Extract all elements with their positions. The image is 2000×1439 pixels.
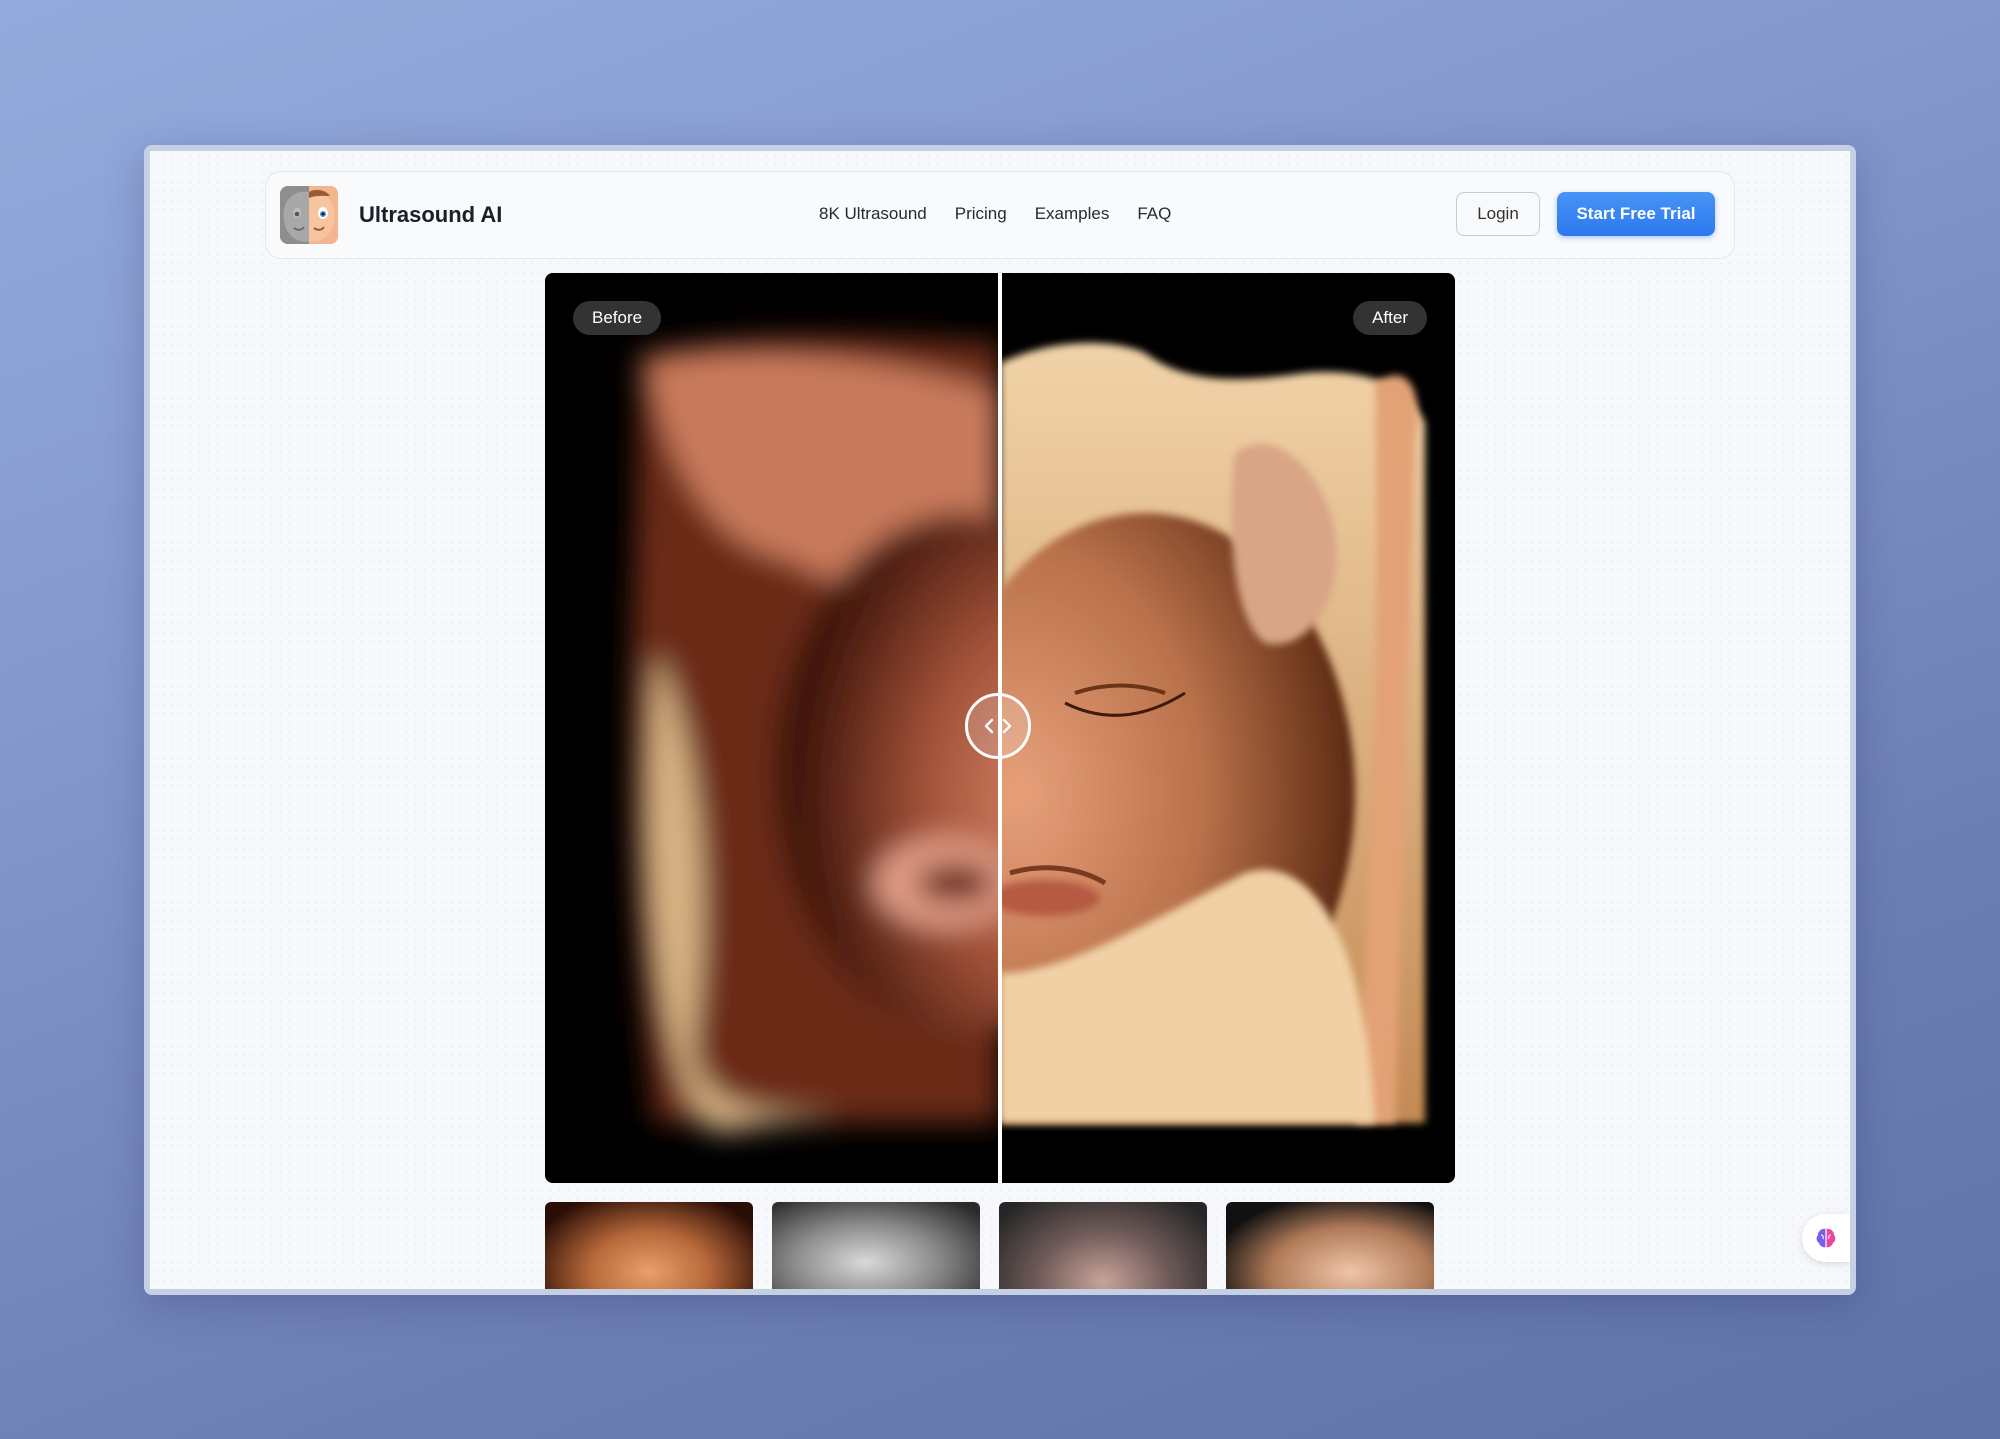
thumbnail-3[interactable] [999,1202,1207,1289]
thumbnail-strip [545,1202,1434,1289]
nav-link-examples[interactable]: Examples [1035,204,1110,224]
chevron-left-right-icon [984,718,1012,734]
navbar: Ultrasound AI 8K Ultrasound Pricing Exam… [265,171,1735,259]
login-button[interactable]: Login [1456,192,1540,236]
brand-name[interactable]: Ultrasound AI [359,202,502,228]
floating-assistant-button[interactable] [1802,1214,1850,1262]
before-after-comparison[interactable]: Before After [545,273,1455,1183]
after-label: After [1353,301,1427,335]
slider-handle[interactable] [965,693,1031,759]
thumbnail-1[interactable] [545,1202,753,1289]
browser-window: Ultrasound AI 8K Ultrasound Pricing Exam… [144,145,1856,1295]
before-label: Before [573,301,662,335]
brain-icon [1816,1228,1836,1248]
thumbnail-2[interactable] [772,1202,980,1289]
thumbnail-4[interactable] [1226,1202,1434,1289]
page-viewport: Ultrasound AI 8K Ultrasound Pricing Exam… [150,151,1850,1289]
nav-link-pricing[interactable]: Pricing [955,204,1007,224]
start-free-trial-button[interactable]: Start Free Trial [1557,192,1715,236]
logo-icon[interactable] [280,186,338,244]
nav-link-8k-ultrasound[interactable]: 8K Ultrasound [819,204,927,224]
nav-link-faq[interactable]: FAQ [1137,204,1171,224]
nav-links: 8K Ultrasound Pricing Examples FAQ [819,204,1171,224]
